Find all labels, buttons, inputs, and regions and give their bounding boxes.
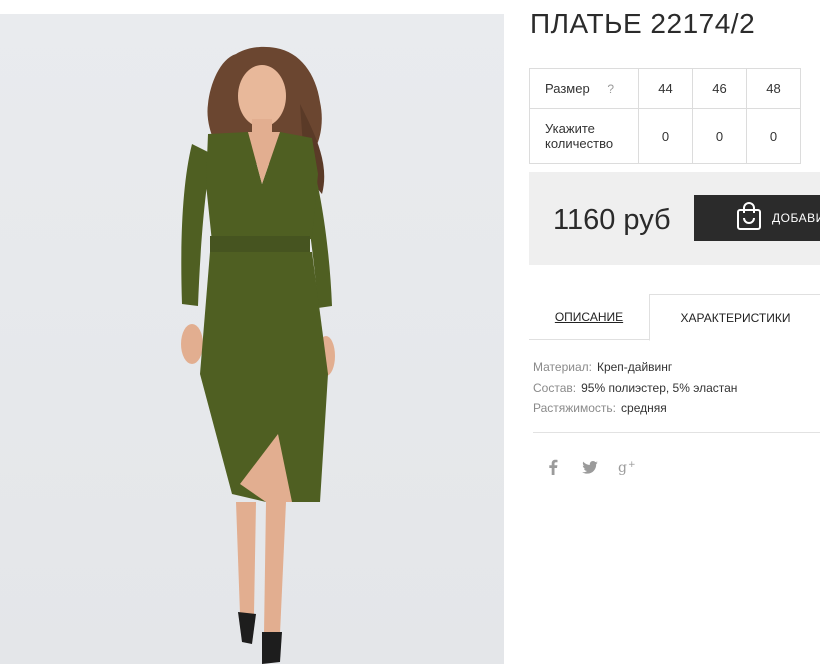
price-box: 1160 руб ДОБАВИТЬ bbox=[529, 172, 820, 265]
spec-value: 95% полиэстер, 5% эластан bbox=[581, 380, 738, 395]
add-to-cart-label: ДОБАВИТЬ bbox=[772, 211, 820, 225]
spec-row-stretch: Растяжимость: средняя bbox=[533, 398, 737, 419]
size-table: Размер ? 44 46 48 Укажите количество 0 0… bbox=[529, 68, 801, 164]
tab-description[interactable]: ОПИСАНИЕ bbox=[529, 294, 649, 339]
quantity-label-line1: Укажите bbox=[545, 121, 595, 136]
size-label-cell: Размер ? bbox=[529, 68, 639, 109]
quantity-48-field[interactable]: 0 bbox=[746, 108, 801, 164]
tab-characteristics[interactable]: ХАРАКТЕРИСТИКИ bbox=[649, 294, 820, 341]
quantity-label-cell: Укажите количество bbox=[529, 108, 639, 164]
size-help-icon[interactable]: ? bbox=[607, 82, 614, 96]
spec-value: средняя bbox=[621, 401, 667, 415]
spec-value: Креп-дайвинг bbox=[596, 360, 673, 374]
size-label: Размер bbox=[545, 81, 590, 96]
spec-key: Растяжимость: bbox=[533, 401, 617, 415]
divider bbox=[533, 432, 820, 433]
size-48[interactable]: 48 bbox=[746, 68, 801, 109]
add-to-cart-button[interactable]: ДОБАВИТЬ bbox=[694, 195, 820, 241]
spec-key: Состав: bbox=[533, 380, 577, 395]
product-tabs: ОПИСАНИЕ ХАРАКТЕРИСТИКИ bbox=[529, 294, 820, 341]
dress-model-illustration bbox=[181, 46, 335, 664]
specs-list: Материал: Креп-дайвинг Состав: 95% полиэст… bbox=[533, 357, 737, 419]
google-plus-icon[interactable]: g + bbox=[618, 457, 638, 477]
facebook-icon[interactable] bbox=[545, 457, 561, 477]
size-46[interactable]: 46 bbox=[692, 68, 747, 109]
quantity-label-line2: количество bbox=[545, 136, 614, 151]
product-image[interactable] bbox=[0, 14, 504, 664]
product-title: ПЛАТЬЕ 22174/2 bbox=[530, 8, 756, 39]
spec-row-composition: Состав: 95% полиэстер, 5% эластан bbox=[533, 378, 737, 399]
svg-text:+: + bbox=[628, 460, 636, 470]
spec-row-material: Материал: Креп-дайвинг bbox=[533, 357, 737, 378]
shopping-bag-icon bbox=[736, 201, 762, 236]
price: 1160 руб bbox=[553, 204, 671, 236]
twitter-icon[interactable] bbox=[581, 457, 599, 477]
quantity-44-field[interactable]: 0 bbox=[638, 108, 693, 164]
spec-key: Материал: bbox=[533, 360, 592, 374]
quantity-46-field[interactable]: 0 bbox=[692, 108, 747, 164]
svg-text:g: g bbox=[618, 460, 627, 475]
size-44[interactable]: 44 bbox=[638, 68, 693, 109]
